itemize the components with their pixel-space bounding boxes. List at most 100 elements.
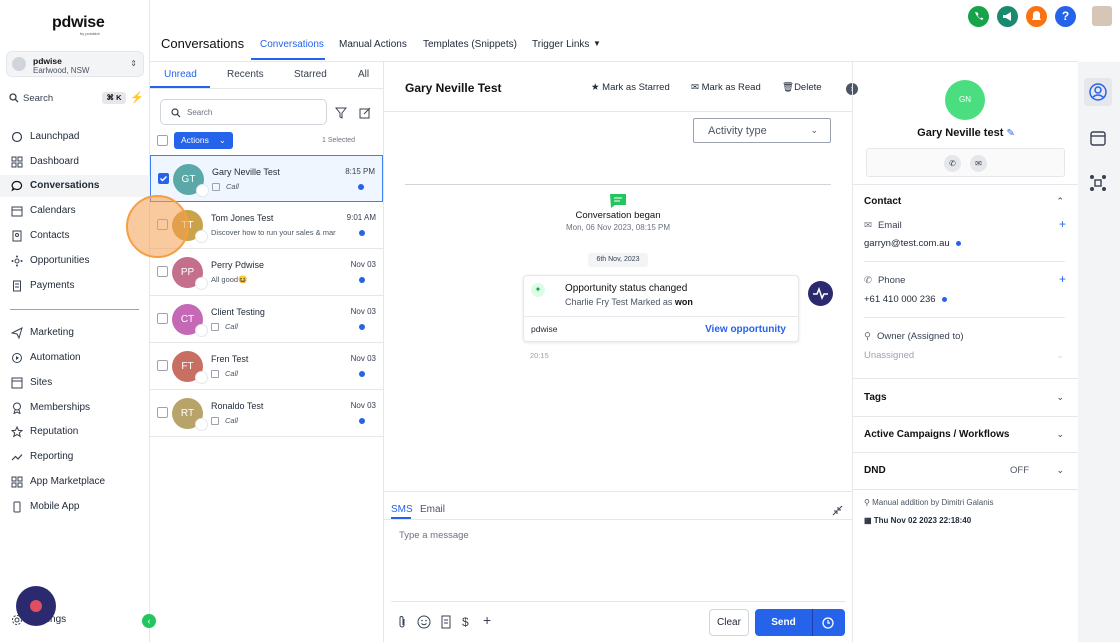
- emoji-icon[interactable]: [417, 615, 431, 629]
- compose-icon[interactable]: [359, 107, 371, 119]
- tab-sms[interactable]: SMS: [391, 504, 413, 515]
- call-contact-icon[interactable]: ✆: [944, 155, 961, 172]
- nav-marketing[interactable]: Marketing: [0, 322, 150, 344]
- actions-dropdown[interactable]: Actions ⌄: [174, 132, 233, 149]
- tab-trigger-links[interactable]: Trigger Links: [532, 39, 589, 50]
- tab-email[interactable]: Email: [420, 504, 445, 515]
- edit-pencil-icon[interactable]: ✎: [1006, 128, 1014, 139]
- unread-dot: [359, 230, 365, 236]
- nav-reporting[interactable]: Reporting: [0, 446, 150, 468]
- brand-name: pdwise: [52, 14, 105, 31]
- delete-button[interactable]: 🗑Delete: [782, 82, 822, 93]
- contact-name: Gary Neville test: [917, 127, 1004, 139]
- account-location: Earlwood, NSW: [33, 66, 90, 75]
- clear-button[interactable]: Clear: [709, 609, 749, 636]
- mark-read-button[interactable]: ✉ Mark as Read: [691, 82, 761, 93]
- preview-icon: [212, 183, 220, 191]
- call-type-icon: [195, 324, 208, 337]
- nav-dashboard[interactable]: Dashboard: [0, 151, 150, 173]
- activity-type-label: Activity type: [708, 125, 767, 137]
- divider: [864, 317, 1065, 318]
- message-input[interactable]: Type a message: [399, 530, 469, 541]
- nav-launchpad[interactable]: Launchpad: [0, 126, 150, 148]
- workflow-icon[interactable]: [1088, 173, 1108, 193]
- owner-select[interactable]: Unassigned: [864, 350, 914, 361]
- message-preview: Call: [225, 369, 238, 378]
- tab-templates[interactable]: Templates (Snippets): [423, 39, 517, 50]
- tab-conversations[interactable]: Conversations: [260, 39, 324, 50]
- select-all-checkbox[interactable]: [157, 135, 168, 146]
- mark-starred-button[interactable]: ★ Mark as Starred: [591, 82, 670, 93]
- chat-widget-button[interactable]: [16, 586, 56, 626]
- view-opportunity-link[interactable]: View opportunity: [705, 324, 786, 335]
- send-button[interactable]: Send: [755, 609, 845, 636]
- nav-memberships[interactable]: Memberships: [0, 397, 150, 419]
- nav-conversations[interactable]: Conversations: [0, 175, 150, 197]
- account-name: pdwise: [33, 56, 62, 66]
- brand-logo[interactable]: pdwise by pointdot: [52, 14, 112, 40]
- megaphone-icon[interactable]: [997, 6, 1018, 27]
- tab-manual-actions[interactable]: Manual Actions: [339, 39, 407, 50]
- phone-call-icon[interactable]: [968, 6, 989, 27]
- dnd-section[interactable]: DND: [864, 465, 886, 476]
- dollar-icon[interactable]: $: [462, 615, 476, 629]
- row-checkbox[interactable]: [157, 266, 168, 277]
- add-email-button[interactable]: +: [1059, 217, 1066, 231]
- row-checkbox[interactable]: [157, 313, 168, 324]
- activity-type-select[interactable]: Activity type ⌄: [693, 118, 831, 143]
- nav-reputation[interactable]: Reputation: [0, 421, 150, 443]
- attachment-icon[interactable]: [395, 615, 409, 629]
- chevron-up-icon[interactable]: ⌃: [1056, 196, 1064, 207]
- email-contact-icon[interactable]: ✉: [970, 155, 987, 172]
- nav-payments[interactable]: Payments: [0, 275, 150, 297]
- bolt-icon[interactable]: ⚡: [130, 91, 144, 104]
- divider: [853, 489, 1079, 490]
- conversation-row[interactable]: CT Client Testing Call Nov 03: [150, 296, 383, 343]
- unread-dot: [359, 418, 365, 424]
- conversation-row[interactable]: FT Fren Test Call Nov 03: [150, 343, 383, 390]
- email-value[interactable]: garryn@test.com.au: [864, 238, 961, 249]
- template-icon[interactable]: [439, 615, 453, 629]
- timestamp: Nov 03: [350, 354, 376, 363]
- filter-icon[interactable]: [335, 107, 347, 119]
- add-phone-button[interactable]: +: [1059, 272, 1066, 286]
- tab-all[interactable]: All: [358, 69, 369, 80]
- row-checkbox[interactable]: [157, 407, 168, 418]
- nav-automation[interactable]: Automation: [0, 347, 150, 369]
- nav-label: Calendars: [30, 205, 76, 216]
- nav-opportunities[interactable]: Opportunities: [0, 250, 150, 272]
- phone-value[interactable]: +61 410 000 236: [864, 294, 947, 305]
- tab-recents[interactable]: Recents: [227, 69, 264, 80]
- chevron-down-icon[interactable]: ⌄: [1056, 392, 1064, 403]
- contact-name: Fren Test: [211, 354, 249, 364]
- nav-app-marketplace[interactable]: App Marketplace: [0, 471, 150, 493]
- plus-icon[interactable]: +: [483, 612, 497, 628]
- calendar-icon[interactable]: [1088, 128, 1108, 148]
- card-detail: Charlie Fry Test Marked as won: [565, 297, 693, 307]
- contact-profile-icon[interactable]: [1088, 82, 1108, 102]
- row-checkbox[interactable]: [158, 173, 169, 184]
- conversation-row[interactable]: PP Perry Pdwise All good😆 Nov 03: [150, 249, 383, 296]
- user-avatar[interactable]: [1092, 6, 1112, 26]
- account-switcher[interactable]: pdwise Earlwood, NSW ⇕: [6, 51, 144, 77]
- chevron-down-icon[interactable]: ⌄: [1056, 465, 1064, 476]
- chevron-down-icon[interactable]: ⌄: [1056, 429, 1064, 440]
- conversation-search-input[interactable]: Search: [160, 99, 327, 125]
- collapse-icon[interactable]: [832, 505, 843, 516]
- bell-icon[interactable]: [1026, 6, 1047, 27]
- phone-icon: [13, 501, 21, 513]
- row-checkbox[interactable]: [157, 360, 168, 371]
- tags-section[interactable]: Tags: [864, 392, 887, 403]
- conversation-row[interactable]: GT Gary Neville Test Call 8:15 PM: [150, 155, 383, 202]
- timestamp: 8:15 PM: [345, 167, 375, 176]
- conversation-row[interactable]: RT Ronaldo Test Call Nov 03: [150, 390, 383, 437]
- tab-starred[interactable]: Starred: [294, 69, 327, 80]
- nav-mobile-app[interactable]: Mobile App: [0, 496, 150, 518]
- help-icon[interactable]: ?: [1055, 6, 1076, 27]
- schedule-clock-icon[interactable]: [822, 617, 834, 629]
- campaigns-section[interactable]: Active Campaigns / Workflows: [864, 429, 1009, 440]
- nav-sites[interactable]: Sites: [0, 372, 150, 394]
- contact-section-title[interactable]: Contact: [864, 196, 901, 207]
- sidebar-search[interactable]: Search ⌘ K ⚡: [6, 89, 144, 107]
- tab-unread[interactable]: Unread: [164, 69, 197, 80]
